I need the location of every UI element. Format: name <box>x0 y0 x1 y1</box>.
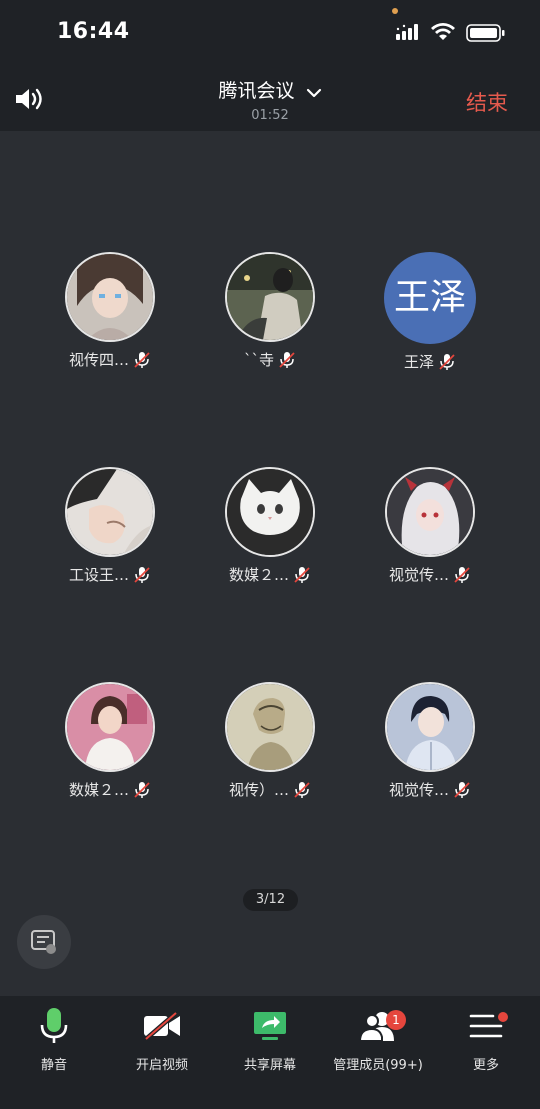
mic-off-icon <box>294 566 310 583</box>
participant-tile[interactable]: 视觉传… <box>350 467 510 585</box>
avatar <box>225 467 315 557</box>
manage-members-button[interactable]: 1 管理成员(99+) <box>324 1006 432 1073</box>
avatar: 王泽 <box>384 252 476 344</box>
avatar <box>385 682 475 772</box>
mic-off-icon <box>134 781 150 798</box>
avatar <box>385 467 475 557</box>
participant-tile[interactable]: 视传）… <box>190 682 350 800</box>
avatar <box>65 682 155 772</box>
participant-name: 视传四… <box>68 351 129 369</box>
participant-name: 视觉传… <box>388 566 449 584</box>
mute-label: 静音 <box>40 1058 67 1073</box>
cellular-signal-icon <box>396 24 418 40</box>
share-screen-icon <box>254 1012 286 1040</box>
members-label: 管理成员(99+) <box>333 1058 423 1073</box>
participant-name: 王泽 <box>403 353 434 371</box>
participant-tile[interactable]: 视觉传… <box>350 682 510 800</box>
participant-name: 视传）… <box>228 781 289 799</box>
chevron-down-icon <box>306 88 321 97</box>
status-time: 16:44 <box>57 19 130 44</box>
video-label: 开启视频 <box>135 1058 188 1073</box>
microphone-icon <box>40 1008 68 1043</box>
status-bar: 16:44 <box>0 0 540 62</box>
avatar <box>65 467 155 557</box>
mic-off-icon <box>134 566 150 583</box>
participant-tile[interactable]: ``寺 <box>190 252 350 370</box>
chat-icon <box>31 930 56 954</box>
participant-name: 工设王… <box>68 566 129 584</box>
participant-grid: 视传四… ``寺 王泽 王泽 工设王… 数媒２… 视觉传… 数媒２… 视传）… … <box>0 131 540 996</box>
participant-name: 视觉传… <box>388 781 449 799</box>
avatar <box>225 252 315 342</box>
page-indicator: 3/12 <box>243 889 298 911</box>
camera-indicator-dot <box>392 8 398 14</box>
meeting-title-dropdown[interactable]: 腾讯会议 <box>0 76 540 103</box>
members-badge: 1 <box>386 1010 406 1030</box>
participant-tile[interactable]: 数媒２… <box>190 467 350 585</box>
video-off-icon <box>144 1011 180 1041</box>
share-screen-button[interactable]: 共享屏幕 <box>216 1006 324 1073</box>
chat-toggle-button[interactable] <box>17 915 71 969</box>
share-label: 共享屏幕 <box>243 1058 296 1073</box>
end-meeting-button[interactable]: 结束 <box>466 87 508 117</box>
mic-off-icon <box>439 353 455 370</box>
mic-off-icon <box>294 781 310 798</box>
participant-tile[interactable]: 工设王… <box>30 467 190 585</box>
participant-name: ``寺 <box>243 351 274 369</box>
meeting-duration: 01:52 <box>251 108 289 123</box>
start-video-button[interactable]: 开启视频 <box>108 1006 216 1073</box>
mic-off-icon <box>454 566 470 583</box>
more-label: 更多 <box>472 1058 499 1073</box>
participant-tile[interactable]: 王泽 王泽 <box>350 252 510 372</box>
meeting-toolbar: 静音 开启视频 共享屏幕 1 管理成员(99+) 更多 <box>0 996 540 1109</box>
meeting-title: 腾讯会议 <box>218 80 295 102</box>
participant-tile[interactable]: 数媒２… <box>30 682 190 800</box>
mic-off-icon <box>279 351 295 368</box>
mute-button[interactable]: 静音 <box>0 1006 108 1073</box>
mic-off-icon <box>134 351 150 368</box>
notification-dot <box>498 1012 508 1022</box>
participant-tile[interactable]: 视传四… <box>30 252 190 370</box>
battery-icon <box>466 24 505 42</box>
avatar <box>225 682 315 772</box>
more-button[interactable]: 更多 <box>432 1006 540 1073</box>
wifi-icon <box>431 23 455 40</box>
meeting-top-bar: 腾讯会议 01:52 结束 <box>0 62 540 131</box>
mic-off-icon <box>454 781 470 798</box>
participant-name: 数媒２… <box>68 781 129 799</box>
avatar <box>65 252 155 342</box>
participant-name: 数媒２… <box>228 566 289 584</box>
